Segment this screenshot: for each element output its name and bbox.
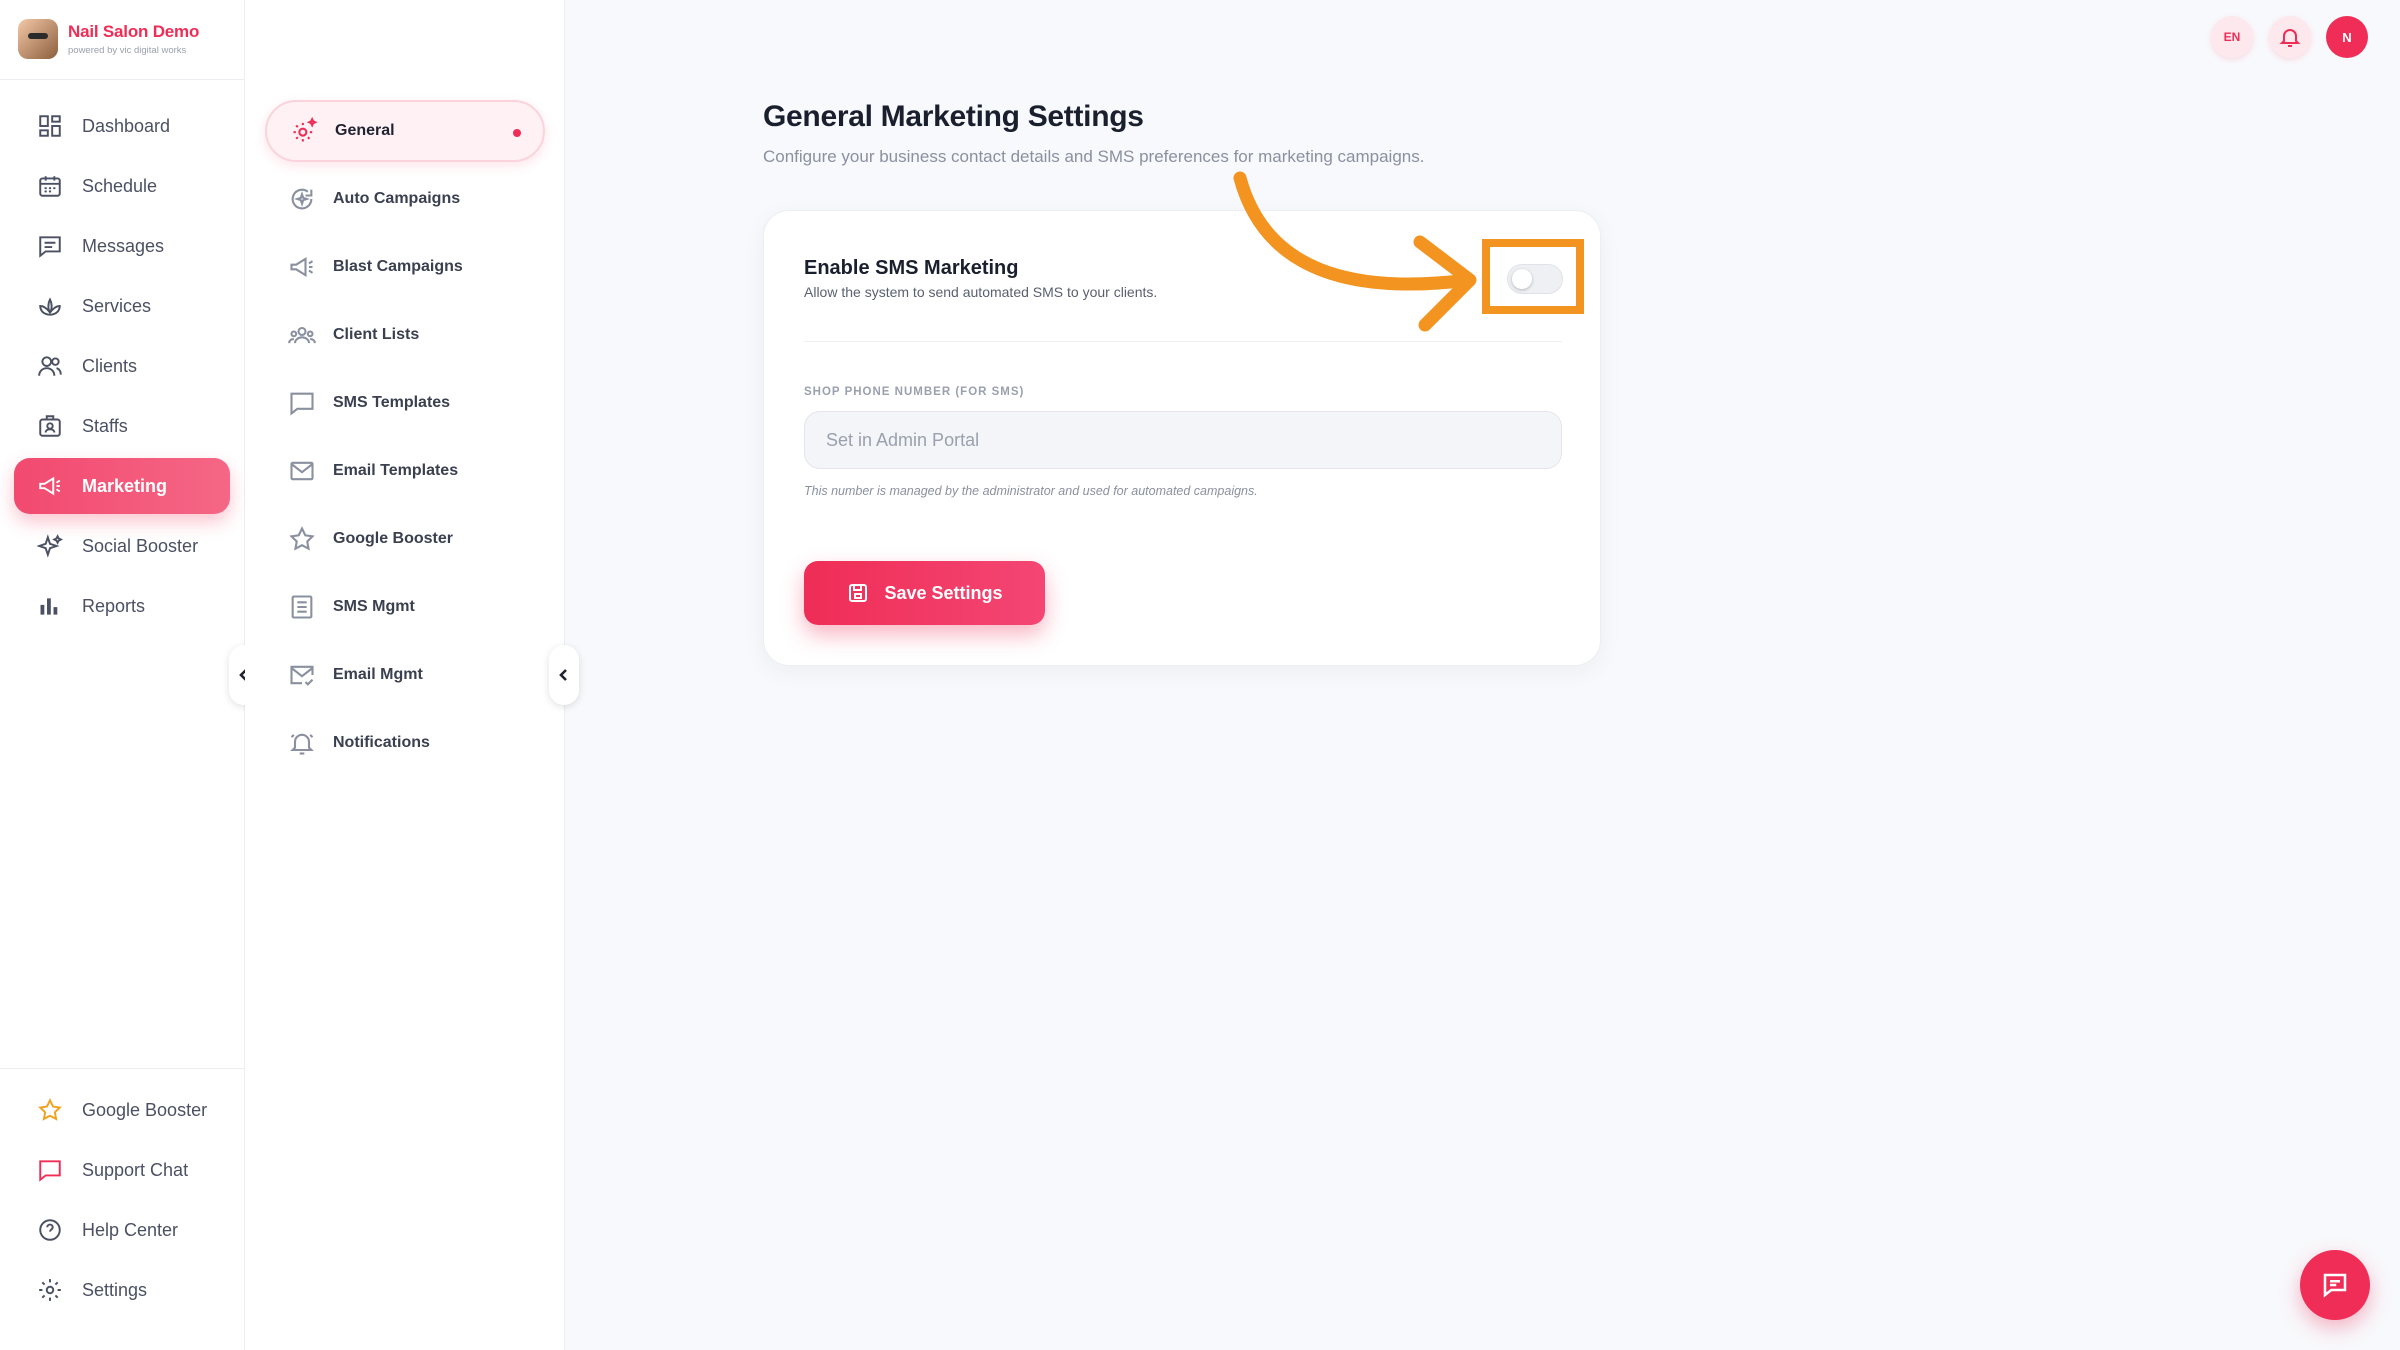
subnav-item-label: Email Templates: [333, 462, 459, 479]
brand[interactable]: Nail Salon Demo powered by vic digital w…: [18, 18, 238, 60]
subnav-item-client-lists[interactable]: Client Lists: [265, 304, 545, 366]
subnav-item-label: Client Lists: [333, 326, 420, 343]
chat-icon: [36, 1156, 64, 1184]
divider: [0, 1068, 245, 1069]
messages-icon: [36, 232, 64, 260]
calendar-icon: [36, 172, 64, 200]
mail-check-icon: [287, 660, 317, 690]
message-square-icon: [287, 388, 317, 418]
annotation-highlight-box: [1482, 239, 1584, 314]
notifications-button[interactable]: [2269, 16, 2311, 58]
subnav-item-sms-templates[interactable]: SMS Templates: [265, 372, 545, 434]
subnav-item-general[interactable]: General: [265, 100, 545, 162]
sidebar-item-label: Settings: [82, 1279, 148, 1300]
subnav-item-blast-campaigns[interactable]: Blast Campaigns: [265, 236, 545, 298]
save-icon: [849, 584, 868, 602]
sidebar-item-help-center[interactable]: Help Center: [14, 1202, 230, 1258]
subnav-item-email-mgmt[interactable]: Email Mgmt: [265, 644, 545, 706]
save-button-label: Save Settings: [884, 582, 1003, 603]
lotus-icon: [36, 292, 64, 320]
phone-field-help: This number is managed by the administra…: [804, 484, 1258, 498]
subnav-item-label: Google Booster: [333, 530, 454, 547]
subnav-item-label: Email Mgmt: [333, 666, 423, 683]
list-icon: [287, 592, 317, 622]
sidebar-item-schedule[interactable]: Schedule: [14, 158, 230, 214]
subnav-item-auto-campaigns[interactable]: Auto Campaigns: [265, 168, 545, 230]
mail-icon: [287, 456, 317, 486]
sidebar-item-clients[interactable]: Clients: [14, 338, 230, 394]
divider: [0, 79, 245, 80]
sidebar-item-label: Services: [82, 295, 152, 316]
subnav-item-label: General: [335, 122, 395, 139]
chat-icon: [2323, 1273, 2347, 1298]
sidebar-item-settings[interactable]: Settings: [14, 1262, 230, 1318]
phone-field[interactable]: Set in Admin Portal: [804, 411, 1562, 469]
language-button[interactable]: EN: [2211, 16, 2253, 58]
help-icon: [36, 1216, 64, 1244]
auto-cycle-icon: [287, 184, 317, 214]
sidebar-item-label: Social Booster: [82, 535, 199, 556]
sidebar-item-label: Clients: [82, 355, 138, 376]
subnav-item-google-booster[interactable]: Google Booster: [265, 508, 545, 570]
subnav-item-email-templates[interactable]: Email Templates: [265, 440, 545, 502]
sidebar-item-label: Messages: [82, 235, 165, 256]
sidebar-item-google-booster[interactable]: Google Booster: [14, 1082, 230, 1138]
megaphone-icon: [36, 472, 64, 500]
subnav-item-sms-mgmt[interactable]: SMS Mgmt: [265, 576, 545, 638]
dashboard-icon: [36, 112, 64, 140]
sidebar-item-social-booster[interactable]: Social Booster: [14, 518, 230, 574]
brand-name: Nail Salon Demo: [68, 22, 200, 41]
subnav-item-label: SMS Mgmt: [333, 598, 415, 615]
active-dot: [513, 129, 521, 137]
subnav-item-label: Notifications: [333, 734, 430, 751]
sidebar-item-services[interactable]: Services: [14, 278, 230, 334]
sidebar-item-messages[interactable]: Messages: [14, 218, 230, 274]
sidebar-nav: Dashboard Schedule Messages Services Cli…: [14, 98, 230, 638]
gear-sparkle-icon: [289, 116, 319, 146]
gear-icon: [36, 1276, 64, 1304]
sidebar-item-reports[interactable]: Reports: [14, 578, 230, 634]
sidebar-item-label: Staffs: [82, 415, 128, 436]
chevron-left-icon: [559, 669, 567, 681]
sidebar-item-dashboard[interactable]: Dashboard: [14, 98, 230, 154]
user-avatar[interactable]: N: [2326, 16, 2368, 58]
chat-fab-button[interactable]: [2300, 1250, 2370, 1320]
bell-ring-icon: [287, 728, 317, 758]
sidebar-item-label: Google Booster: [82, 1099, 208, 1120]
star-icon: [287, 524, 317, 554]
sidebar-item-staffs[interactable]: Staffs: [14, 398, 230, 454]
star-icon: [36, 1096, 64, 1124]
id-badge-icon: [36, 412, 64, 440]
subnav-item-notifications[interactable]: Notifications: [265, 712, 545, 774]
sparkles-icon: [36, 532, 64, 560]
save-settings-button[interactable]: Save Settings: [804, 561, 1045, 625]
bar-chart-icon: [36, 592, 64, 620]
sidebar-item-label: Support Chat: [82, 1159, 189, 1180]
sidebar-item-label: Help Center: [82, 1219, 179, 1240]
page-title: General Marketing Settings: [763, 100, 1144, 133]
sms-toggle-description: Allow the system to send automated SMS t…: [804, 284, 1158, 300]
users-icon: [36, 352, 64, 380]
collapse-subnav-button[interactable]: [549, 645, 579, 705]
annotation-arrow: [1233, 171, 1477, 332]
brand-tagline: powered by vic digital works: [68, 45, 187, 56]
subnav-item-label: Blast Campaigns: [333, 258, 463, 275]
bell-icon: [2279, 29, 2301, 47]
sidebar-item-marketing[interactable]: Marketing: [14, 458, 230, 514]
marketing-subnav: General Auto Campaigns Blast Campaigns C…: [245, 0, 565, 1350]
main-sidebar: Nail Salon Demo powered by vic digital w…: [0, 0, 245, 1350]
sidebar-item-label: Marketing: [82, 475, 168, 496]
group-icon: [287, 320, 317, 350]
sidebar-bottom-nav: Google Booster Support Chat Help Center …: [14, 1082, 230, 1322]
sidebar-item-label: Reports: [82, 595, 146, 616]
sidebar-item-label: Schedule: [82, 175, 158, 196]
subnav-item-label: Auto Campaigns: [333, 190, 461, 207]
sidebar-item-support-chat[interactable]: Support Chat: [14, 1142, 230, 1198]
brand-logo: [18, 19, 58, 59]
sidebar-item-label: Dashboard: [82, 115, 171, 136]
subnav-item-label: SMS Templates: [333, 394, 451, 411]
megaphone-icon: [287, 252, 317, 282]
sms-toggle-title: Enable SMS Marketing: [804, 257, 1019, 279]
phone-field-label: SHOP PHONE NUMBER (FOR SMS): [804, 386, 1025, 398]
